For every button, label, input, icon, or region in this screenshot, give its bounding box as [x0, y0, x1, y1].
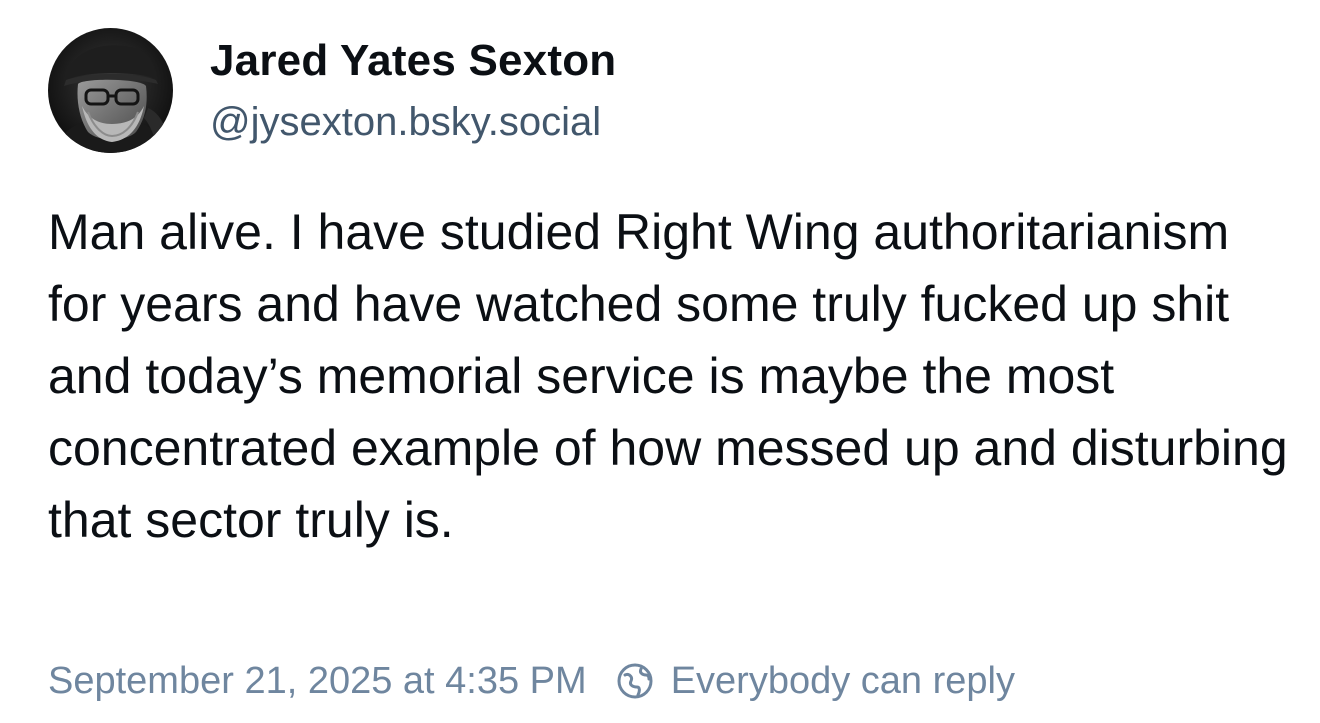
author-handle[interactable]: @jysexton.bsky.social: [210, 95, 616, 149]
avatar-image: [48, 28, 173, 153]
globe-icon: [615, 661, 655, 701]
post-meta: September 21, 2025 at 4:35 PM Everybody …: [48, 656, 1015, 706]
author-display-name[interactable]: Jared Yates Sexton: [210, 33, 616, 89]
post-header: Jared Yates Sexton @jysexton.bsky.social: [48, 28, 616, 153]
post-card: Jared Yates Sexton @jysexton.bsky.social…: [0, 0, 1320, 723]
author-names: Jared Yates Sexton @jysexton.bsky.social: [210, 33, 616, 149]
avatar[interactable]: [48, 28, 173, 153]
post-text: Man alive. I have studied Right Wing aut…: [48, 204, 1302, 548]
reply-setting-label: Everybody can reply: [670, 660, 1015, 702]
reply-setting: Everybody can reply: [615, 656, 1015, 706]
post-timestamp[interactable]: September 21, 2025 at 4:35 PM: [48, 656, 587, 706]
